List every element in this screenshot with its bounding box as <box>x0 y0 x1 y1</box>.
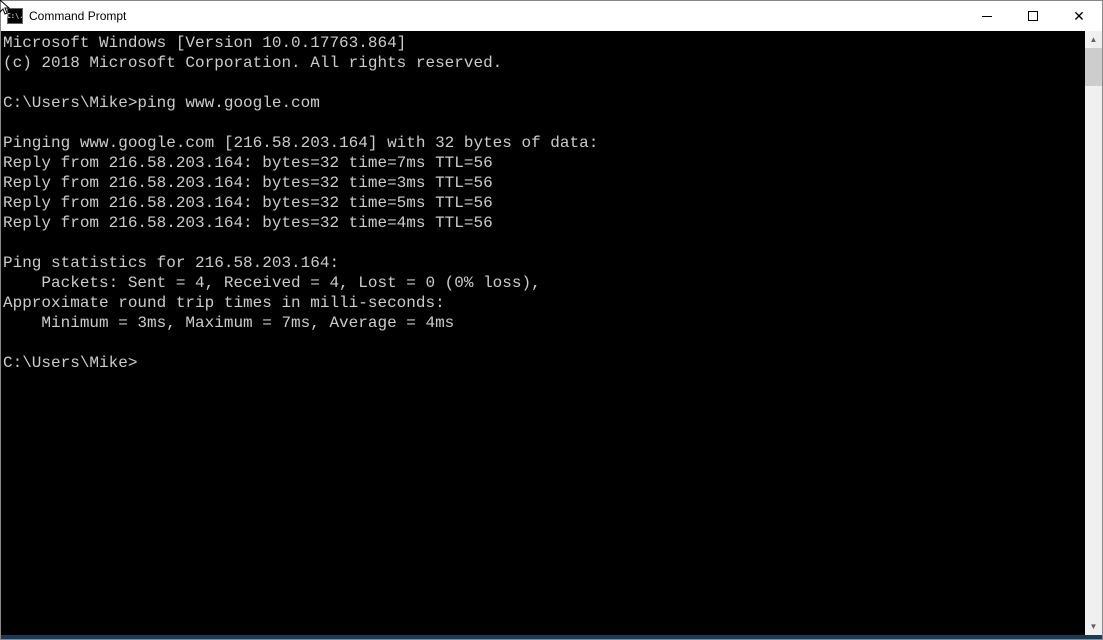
title-left: C:\. Command Prompt <box>1 8 126 24</box>
scroll-down-button[interactable]: ▼ <box>1085 618 1102 635</box>
maximize-button[interactable] <box>1010 1 1056 31</box>
minimize-icon <box>982 16 992 17</box>
scroll-track[interactable] <box>1085 48 1102 618</box>
terminal-content[interactable]: Microsoft Windows [Version 10.0.17763.86… <box>1 31 1085 635</box>
scroll-up-button[interactable]: ▲ <box>1085 31 1102 48</box>
minimize-button[interactable] <box>964 1 1010 31</box>
scroll-thumb[interactable] <box>1085 48 1102 86</box>
title-bar[interactable]: C:\. Command Prompt ✕ <box>1 1 1102 31</box>
window-controls: ✕ <box>964 1 1102 31</box>
taskbar-edge <box>1 635 1102 639</box>
close-button[interactable]: ✕ <box>1056 1 1102 31</box>
command-prompt-window: C:\. Command Prompt ✕ Microsoft Windows … <box>0 0 1103 640</box>
app-icon: C:\. <box>7 8 23 24</box>
window-title: Command Prompt <box>29 9 126 23</box>
close-icon: ✕ <box>1073 9 1085 23</box>
maximize-icon <box>1028 11 1038 21</box>
vertical-scrollbar[interactable]: ▲ ▼ <box>1085 31 1102 635</box>
terminal-area: Microsoft Windows [Version 10.0.17763.86… <box>1 31 1102 635</box>
